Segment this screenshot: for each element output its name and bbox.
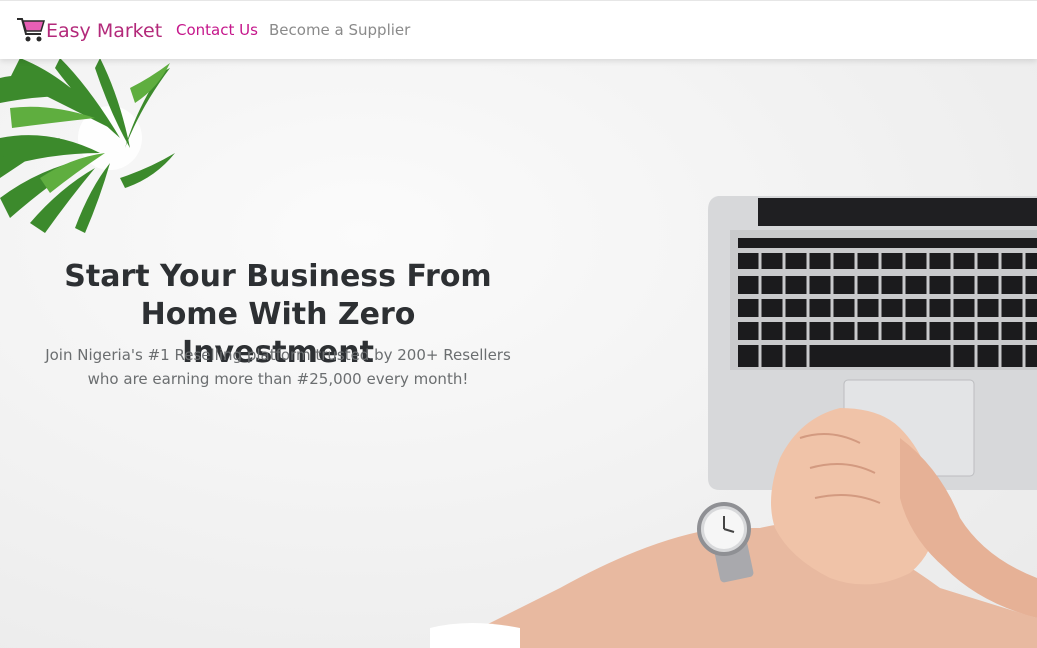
hero-subtitle-line-2: who are earning more than #25,000 every …: [87, 370, 469, 388]
nav-contact-us[interactable]: Contact Us: [176, 21, 258, 39]
plant-image: [0, 58, 175, 233]
brand-link[interactable]: Easy Market: [16, 15, 162, 47]
hero-subtitle: Join Nigeria's #1 Reselling platform tru…: [40, 343, 516, 391]
brand-name: Easy Market: [46, 20, 163, 42]
shopping-cart-icon: [16, 15, 46, 47]
nav-become-supplier[interactable]: Become a Supplier: [269, 21, 410, 39]
navbar: Easy Market Contact Us Become a Supplier: [0, 0, 1037, 59]
hero-title-line-1: Start Your Business From: [64, 259, 492, 294]
hero-section: Start Your Business From Home With Zero …: [0, 58, 1037, 648]
hero-subtitle-line-1: Join Nigeria's #1 Reselling platform tru…: [45, 346, 511, 364]
